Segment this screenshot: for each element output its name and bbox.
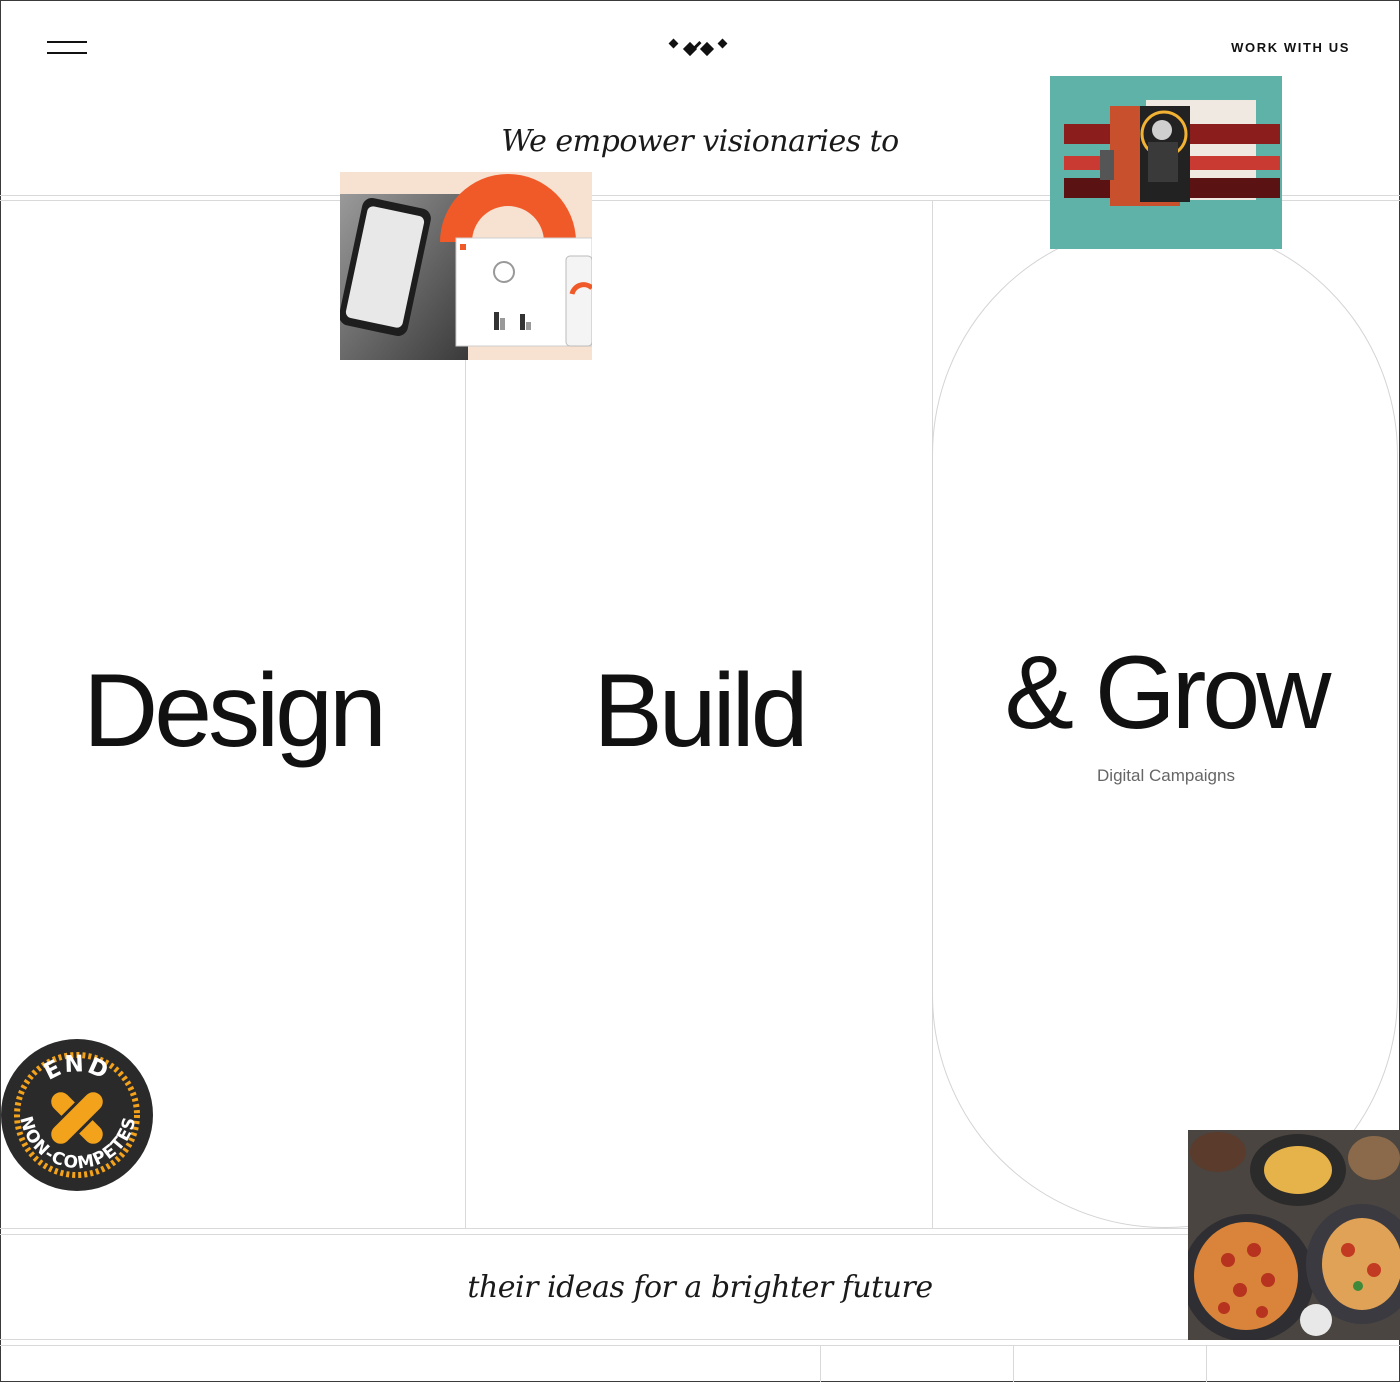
hero-word-design[interactable]: Design bbox=[0, 652, 466, 771]
footer-cell-divider bbox=[820, 1346, 821, 1382]
footer-cell-divider bbox=[1013, 1346, 1014, 1382]
hero-word-grow[interactable]: & Grow bbox=[932, 634, 1400, 753]
portrait-collage-image bbox=[1050, 76, 1282, 249]
grow-subtitle: Digital Campaigns bbox=[1097, 766, 1235, 785]
diamond-cluster-logo-icon[interactable] bbox=[664, 32, 734, 64]
footer-cell-divider bbox=[1206, 1346, 1207, 1382]
hero-word-build[interactable]: Build bbox=[466, 652, 932, 771]
end-non-competes-badge-icon[interactable]: END NON-COMPETES bbox=[0, 1038, 154, 1192]
tagline-bottom: their ideas for a brighter future bbox=[467, 1270, 933, 1305]
divider-line bbox=[0, 1345, 1400, 1346]
work-with-us-link[interactable]: WORK WITH US bbox=[1231, 40, 1350, 55]
hamburger-menu-icon[interactable] bbox=[40, 34, 94, 62]
dashboard-app-preview-image bbox=[340, 172, 592, 360]
pizza-table-image bbox=[1188, 1130, 1400, 1340]
